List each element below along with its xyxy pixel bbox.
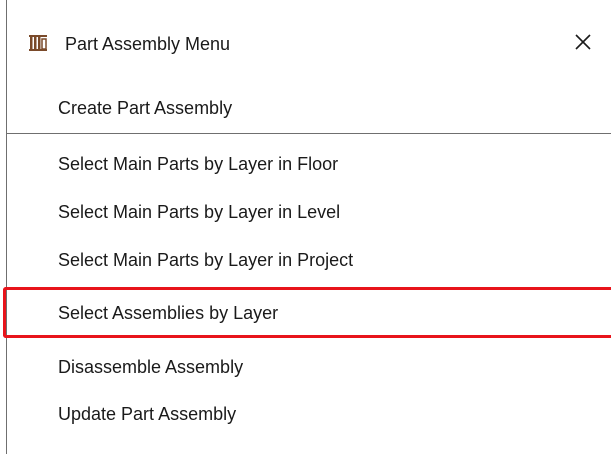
menu-item-select-assemblies-by-layer[interactable]: Select Assemblies by Layer [7, 295, 611, 331]
menu-item-label: Create Part Assembly [58, 98, 233, 118]
menu-item-create-part-assembly[interactable]: Create Part Assembly [7, 90, 611, 126]
menu-item-label: Select Main Parts by Layer in Project [58, 250, 354, 270]
menu-item-label: Disassemble Assembly [58, 357, 244, 377]
menu-item-select-main-parts-floor[interactable]: Select Main Parts by Layer in Floor [7, 146, 611, 182]
columns-icon [29, 35, 47, 51]
menu-item-label: Update Part Assembly [58, 404, 237, 424]
menu-item-disassemble-assembly[interactable]: Disassemble Assembly [7, 349, 611, 385]
menu-item-select-main-parts-project[interactable]: Select Main Parts by Layer in Project [7, 242, 611, 278]
close-button[interactable] [567, 28, 599, 60]
menu-item-select-main-parts-level[interactable]: Select Main Parts by Layer in Level [7, 194, 611, 230]
part-assembly-menu-window: Part Assembly Menu Create Part Assembly … [0, 0, 611, 454]
title-bar: Part Assembly Menu [7, 0, 611, 82]
menu-separator [7, 133, 611, 134]
window-title: Part Assembly Menu [65, 34, 231, 54]
menu-item-update-part-assembly[interactable]: Update Part Assembly [7, 396, 611, 432]
menu-item-label: Select Main Parts by Layer in Level [58, 202, 341, 222]
menu-item-label: Select Assemblies by Layer [58, 303, 279, 323]
menu-item-label: Select Main Parts by Layer in Floor [58, 154, 339, 174]
close-icon [574, 33, 592, 56]
